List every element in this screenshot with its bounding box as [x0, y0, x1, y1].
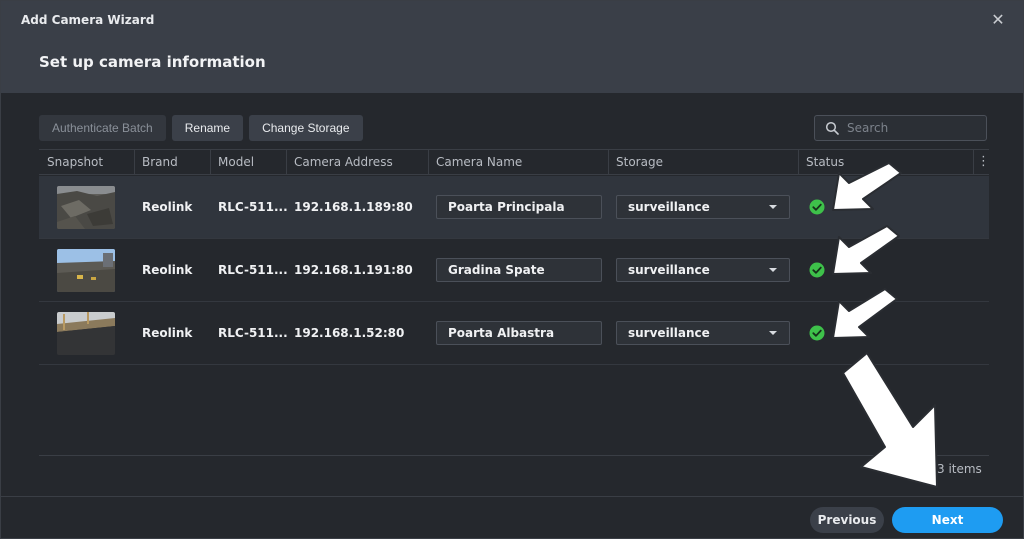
table-row[interactable]: Reolink RLC-511... 192.168.1.191:80 Grad… [39, 239, 989, 302]
title-bar: Add Camera Wizard ✕ Set up camera inform… [1, 1, 1023, 93]
storage-value: surveillance [628, 326, 710, 340]
close-icon[interactable]: ✕ [989, 9, 1007, 31]
camera-table: Snapshot Brand Model Camera Address Came… [39, 149, 990, 484]
column-divider [210, 150, 211, 174]
check-circle-icon [809, 199, 825, 215]
address-cell: 192.168.1.191:80 [294, 263, 413, 277]
change-storage-button[interactable]: Change Storage [249, 115, 363, 141]
brand-cell: Reolink [142, 200, 193, 214]
column-divider [428, 150, 429, 174]
model-cell: RLC-511... [218, 263, 288, 277]
table-row[interactable]: Reolink RLC-511... 192.168.1.189:80 Poar… [39, 176, 989, 239]
brand-cell: Reolink [142, 326, 193, 340]
check-circle-icon [809, 325, 825, 341]
column-header-storage[interactable]: Storage [616, 155, 663, 169]
brand-cell: Reolink [142, 263, 193, 277]
window-title: Add Camera Wizard [21, 13, 155, 27]
column-divider [608, 150, 609, 174]
address-cell: 192.168.1.189:80 [294, 200, 413, 214]
check-circle-icon [809, 262, 825, 278]
column-divider [798, 150, 799, 174]
storage-select[interactable]: surveillance [616, 258, 790, 282]
item-count: 3 items [937, 462, 982, 476]
column-header-brand[interactable]: Brand [142, 155, 178, 169]
column-divider [286, 150, 287, 174]
column-divider [973, 150, 974, 174]
camera-snapshot [57, 186, 115, 229]
chevron-down-icon [769, 205, 777, 209]
storage-value: surveillance [628, 200, 710, 214]
camera-name-field[interactable]: Poarta Principala [436, 195, 602, 219]
more-vertical-icon[interactable]: ⋮ [977, 154, 990, 170]
toolbar: Authenticate Batch Rename Change Storage [39, 115, 363, 141]
previous-button[interactable]: Previous [810, 507, 884, 533]
address-cell: 192.168.1.52:80 [294, 326, 405, 340]
chevron-down-icon [769, 331, 777, 335]
camera-snapshot [57, 312, 115, 355]
table-footer-divider [39, 455, 989, 456]
column-divider [134, 150, 135, 174]
storage-select[interactable]: surveillance [616, 195, 790, 219]
step-title: Set up camera information [39, 53, 266, 71]
chevron-down-icon [769, 268, 777, 272]
table-row[interactable]: Reolink RLC-511... 192.168.1.52:80 Poart… [39, 302, 989, 365]
search-input[interactable] [847, 116, 982, 140]
table-header: Snapshot Brand Model Camera Address Came… [39, 149, 990, 175]
camera-name-field[interactable]: Gradina Spate [436, 258, 602, 282]
column-header-camera-address[interactable]: Camera Address [294, 155, 393, 169]
storage-select[interactable]: surveillance [616, 321, 790, 345]
search-box [814, 115, 987, 141]
camera-name-field[interactable]: Poarta Albastra [436, 321, 602, 345]
rename-button[interactable]: Rename [171, 115, 244, 141]
storage-value: surveillance [628, 263, 710, 277]
next-button[interactable]: Next [892, 507, 1003, 533]
search-icon [825, 121, 839, 135]
column-header-camera-name[interactable]: Camera Name [436, 155, 522, 169]
column-header-model[interactable]: Model [218, 155, 254, 169]
model-cell: RLC-511... [218, 200, 288, 214]
camera-snapshot [57, 249, 115, 292]
model-cell: RLC-511... [218, 326, 288, 340]
add-camera-wizard-dialog: Add Camera Wizard ✕ Set up camera inform… [0, 0, 1024, 539]
column-header-status[interactable]: Status [806, 155, 844, 169]
column-header-snapshot[interactable]: Snapshot [47, 155, 103, 169]
authenticate-batch-button[interactable]: Authenticate Batch [39, 115, 166, 141]
